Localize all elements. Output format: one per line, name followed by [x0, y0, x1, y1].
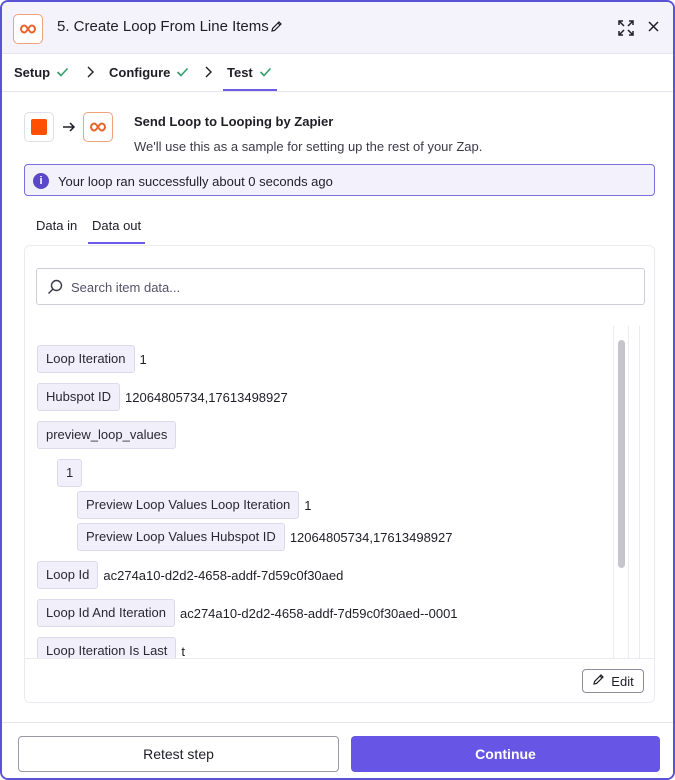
- pencil-icon[interactable]: [270, 20, 283, 36]
- search-icon: [47, 279, 63, 298]
- chevron-right-icon: [86, 66, 94, 81]
- expand-icon[interactable]: [617, 19, 635, 40]
- data-tree: Loop Iteration 1 Hubspot ID 12064805734,…: [25, 326, 619, 658]
- field-key[interactable]: Loop Id And Iteration: [37, 599, 175, 627]
- field-value: ac274a10-d2d2-4658-addf-7d59c0f30aed: [103, 567, 344, 583]
- data-field-row: Hubspot ID 12064805734,17613498927: [37, 383, 288, 411]
- field-key[interactable]: Hubspot ID: [37, 383, 121, 411]
- active-tab-indicator: [88, 242, 145, 244]
- continue-button[interactable]: Continue: [351, 736, 660, 772]
- tab-data-in[interactable]: Data in: [36, 218, 77, 233]
- arrow-right-icon: [62, 121, 76, 136]
- data-field-row: Preview Loop Values Hubspot ID 120648057…: [77, 523, 452, 551]
- panel-header: 5. Create Loop From Line Items: [2, 2, 673, 54]
- search-input[interactable]: [71, 276, 631, 298]
- retest-step-button[interactable]: Retest step: [18, 736, 339, 772]
- data-field-row: Loop Id ac274a10-d2d2-4658-addf-7d59c0f3…: [37, 561, 343, 589]
- bottom-bar: Retest step Continue: [2, 722, 673, 778]
- data-field-row: Loop Id And Iteration ac274a10-d2d2-4658…: [37, 599, 458, 627]
- field-value: t: [181, 643, 186, 659]
- field-key[interactable]: 1: [57, 459, 83, 487]
- sample-subtitle: We'll use this as a sample for setting u…: [134, 139, 483, 154]
- data-field-row: 1: [57, 459, 83, 487]
- scrollbar-thumb[interactable]: [618, 340, 625, 568]
- field-value: ac274a10-d2d2-4658-addf-7d59c0f30aed--00…: [179, 605, 458, 621]
- field-key[interactable]: Loop Id: [37, 561, 99, 589]
- field-key[interactable]: Loop Iteration: [37, 345, 135, 373]
- data-field-row: Preview Loop Values Loop Iteration 1: [77, 491, 312, 519]
- field-value: 12064805734,17613498927: [125, 389, 288, 405]
- active-step-indicator: [223, 89, 277, 91]
- info-icon: i: [33, 173, 49, 189]
- step-label: Test: [227, 65, 253, 80]
- success-banner: i Your loop ran successfully about 0 sec…: [24, 164, 655, 196]
- check-icon: [259, 65, 272, 80]
- field-key[interactable]: Loop Iteration Is Last: [37, 637, 177, 658]
- chevron-right-icon: [204, 66, 212, 81]
- pencil-icon: [592, 673, 605, 689]
- data-field-row: preview_loop_values: [37, 421, 177, 449]
- edit-button[interactable]: Edit: [582, 669, 644, 693]
- data-field-row: Loop Iteration Is Last t: [37, 637, 185, 658]
- search-box: [36, 268, 645, 305]
- data-out-card: Loop Iteration 1 Hubspot ID 12064805734,…: [24, 245, 655, 703]
- looping-logo-icon: [13, 14, 43, 44]
- step-panel: 5. Create Loop From Line Items Setup Con…: [0, 0, 675, 780]
- close-icon[interactable]: [647, 20, 660, 36]
- tab-test[interactable]: Test: [227, 65, 272, 80]
- card-footer: Edit: [25, 658, 654, 702]
- tab-configure[interactable]: Configure: [109, 65, 189, 80]
- step-label: Configure: [109, 65, 171, 80]
- field-key[interactable]: preview_loop_values: [37, 421, 177, 449]
- banner-text: Your loop ran successfully about 0 secon…: [58, 174, 333, 189]
- tab-data-out[interactable]: Data out: [92, 218, 141, 233]
- step-title: 5. Create Loop From Line Items: [57, 18, 269, 35]
- field-key[interactable]: Preview Loop Values Loop Iteration: [77, 491, 300, 519]
- zapier-trigger-icon: [24, 112, 54, 142]
- divider: [639, 326, 640, 658]
- check-icon: [56, 65, 69, 80]
- field-key[interactable]: Preview Loop Values Hubspot ID: [77, 523, 285, 551]
- looping-app-icon: [83, 112, 113, 142]
- field-value: 1: [139, 351, 147, 367]
- check-icon: [176, 65, 189, 80]
- steps-nav: Setup Configure Test: [2, 54, 673, 92]
- data-field-row: Loop Iteration 1: [37, 345, 147, 373]
- edit-label: Edit: [611, 673, 634, 689]
- field-value: 12064805734,17613498927: [289, 529, 453, 545]
- step-label: Setup: [14, 65, 51, 80]
- tab-setup[interactable]: Setup: [14, 65, 69, 80]
- field-value: 1: [304, 497, 312, 513]
- sample-title: Send Loop to Looping by Zapier: [134, 114, 334, 129]
